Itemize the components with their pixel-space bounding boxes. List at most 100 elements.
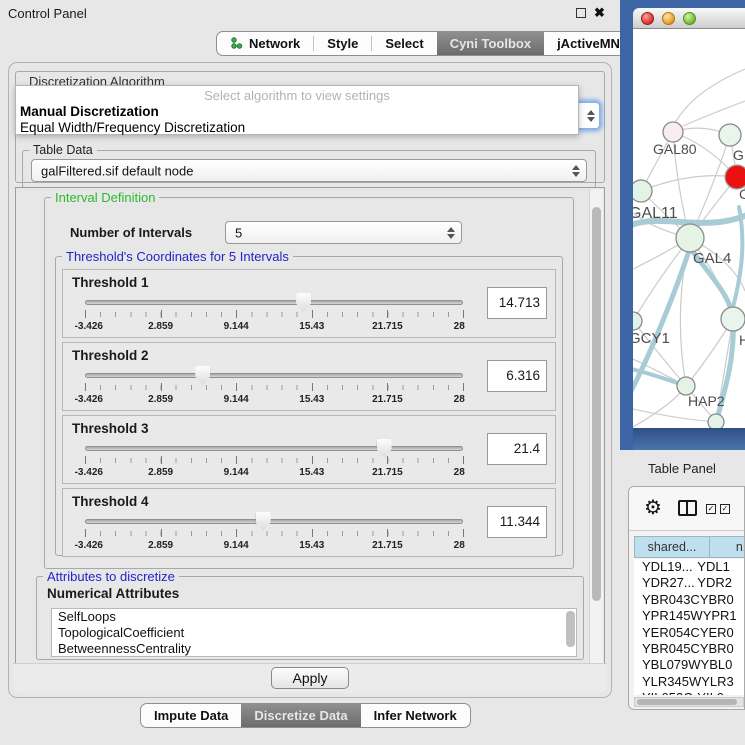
spinner-arrows-icon (572, 165, 580, 177)
node-label-partial-h: H (739, 332, 745, 348)
close-icon[interactable]: ✖ (594, 5, 605, 21)
table-row[interactable]: YPR145WYPR1 (634, 608, 744, 624)
major-tick (85, 456, 86, 464)
spinner-arrows-icon (587, 110, 595, 122)
column-header-shared[interactable]: shared... (634, 536, 710, 558)
apply-button[interactable]: Apply (271, 667, 348, 689)
cell: YPR1 (703, 608, 744, 624)
tick-label: 2.859 (148, 321, 173, 332)
table-row[interactable]: YBR043CYBR0 (634, 592, 744, 608)
threshold-1-slider[interactable]: -3.426 2.859 9.144 15.43 21.715 28 (85, 292, 463, 336)
threshold-3-label: Threshold 3 (72, 421, 149, 436)
major-tick (236, 310, 237, 318)
network-canvas[interactable]: GAL80 G. C GAL11 GAL4 GCY1 H HAP2 (633, 29, 745, 428)
cell: YDR27... (634, 575, 697, 591)
panel-scrollbar[interactable] (589, 189, 603, 667)
threshold-3-value-field[interactable]: 21.4 (487, 433, 547, 465)
gear-icon[interactable]: ⚙ (644, 495, 662, 520)
attributes-to-discretize-group: Attributes to discretize Numerical Attri… (36, 576, 584, 660)
cell: YBR043C (634, 592, 700, 608)
table-row[interactable]: YDL19...YDL1 (634, 559, 744, 575)
bottom-tab-bar: Impute Data Discretize Data Infer Networ… (140, 703, 471, 728)
slider-thumb[interactable] (256, 512, 271, 531)
tick-label: -3.426 (75, 467, 103, 478)
table-rows: YDL19...YDL1 YDR27...YDR2 YBR043CYBR0 YP… (634, 559, 744, 695)
table-row[interactable]: YLR345WYLR3 (634, 674, 744, 690)
major-tick (312, 383, 313, 391)
scrollbar-thumb[interactable] (592, 207, 601, 601)
list-item[interactable]: SelfLoops (52, 609, 576, 625)
list-item[interactable]: BetweennessCentrality (52, 641, 576, 657)
threshold-2-value-field[interactable]: 6.316 (487, 360, 547, 392)
tab-infer-network[interactable]: Infer Network (361, 704, 470, 727)
cell: YPR145W (634, 608, 703, 624)
attributes-group-title: Attributes to discretize (43, 569, 179, 584)
slider-track[interactable] (85, 300, 463, 305)
checkbox-icon[interactable]: ✓ (706, 504, 716, 514)
table-row[interactable]: YIL052CYIL0 (634, 690, 744, 695)
major-tick (161, 456, 162, 464)
threshold-4-slider[interactable]: -3.426 2.859 9.144 15.43 21.715 28 (85, 511, 463, 555)
tab-cyni-toolbox[interactable]: Cyni Toolbox (437, 32, 544, 55)
numerical-attributes-list[interactable]: SelfLoops TopologicalCoefficient Between… (51, 608, 577, 657)
number-of-intervals-value: 5 (235, 225, 242, 240)
slider-track[interactable] (85, 373, 463, 378)
split-columns-icon[interactable] (678, 500, 697, 516)
tick-label: -3.426 (75, 394, 103, 405)
scrollbar-thumb[interactable] (637, 699, 737, 705)
list-item[interactable]: TopologicalCoefficient (52, 625, 576, 641)
close-traffic-light[interactable] (641, 12, 654, 25)
algorithm-combo-fragment[interactable] (576, 102, 600, 129)
minimize-traffic-light[interactable] (662, 12, 675, 25)
tick-label: 28 (454, 321, 465, 332)
tick-label: 2.859 (148, 467, 173, 478)
threshold-1-panel: Threshold 1 14.713 -3.426 2.859 9.144 15… (62, 269, 556, 338)
major-tick (161, 310, 162, 318)
table-data-group: Table Data galFiltered.sif default node (22, 150, 596, 188)
threshold-2-slider[interactable]: -3.426 2.859 9.144 15.43 21.715 28 (85, 365, 463, 409)
settings-scroll-area: Interval Definition Number of Intervals … (15, 187, 605, 669)
slider-thumb[interactable] (377, 439, 392, 458)
tick-label: 28 (454, 467, 465, 478)
slider-thumb[interactable] (296, 293, 311, 312)
dropdown-option-manual-discretization[interactable]: Manual Discretization (16, 103, 578, 119)
slider-track[interactable] (85, 446, 463, 451)
major-tick (463, 310, 464, 318)
table-data-combo[interactable]: galFiltered.sif default node (31, 159, 587, 182)
interval-definition-title: Interval Definition (51, 190, 159, 205)
tab-style[interactable]: Style (314, 32, 371, 55)
dropdown-option-equal-width-frequency[interactable]: Equal Width/Frequency Discretization (16, 119, 578, 135)
number-of-intervals-combo[interactable]: 5 (225, 221, 462, 244)
thresholds-group: Threshold's Coordinates for 5 Intervals … (55, 256, 563, 556)
tab-network[interactable]: Network (217, 32, 313, 55)
tab-discretize-data[interactable]: Discretize Data (241, 704, 360, 727)
slider-thumb[interactable] (195, 366, 210, 385)
cell: YBR0 (700, 592, 744, 608)
table-row[interactable]: YBR045CYBR0 (634, 641, 744, 657)
threshold-3-slider[interactable]: -3.426 2.859 9.144 15.43 21.715 28 (85, 438, 463, 482)
table-row[interactable]: YER054CYER0 (634, 625, 744, 641)
float-window-icon[interactable] (576, 8, 586, 18)
major-tick (85, 383, 86, 391)
threshold-3-panel: Threshold 3 21.4 -3.426 2.859 9.144 15.4… (62, 415, 556, 484)
tick-label: -3.426 (75, 321, 103, 332)
tab-infer-network-label: Infer Network (374, 704, 457, 727)
column-header-name[interactable]: n... (710, 536, 745, 558)
tab-style-label: Style (327, 32, 358, 55)
table-row[interactable]: YDR27...YDR2 (634, 575, 744, 591)
major-tick (312, 456, 313, 464)
major-tick (312, 529, 313, 537)
network-window-titlebar[interactable] (633, 8, 745, 29)
threshold-4-label: Threshold 4 (72, 494, 149, 509)
slider-track[interactable] (85, 519, 463, 524)
tab-impute-data[interactable]: Impute Data (141, 704, 241, 727)
zoom-traffic-light[interactable] (683, 12, 696, 25)
threshold-4-value-field[interactable]: 11.344 (487, 506, 547, 538)
tab-select[interactable]: Select (372, 32, 436, 55)
checkbox-icon[interactable]: ✓ (720, 504, 730, 514)
table-horizontal-scrollbar[interactable] (634, 697, 744, 707)
list-scrollbar[interactable] (566, 611, 575, 647)
slider-minor-ticks (85, 531, 463, 536)
threshold-1-value-field[interactable]: 14.713 (487, 287, 547, 319)
table-row[interactable]: YBL079WYBL0 (634, 657, 744, 673)
